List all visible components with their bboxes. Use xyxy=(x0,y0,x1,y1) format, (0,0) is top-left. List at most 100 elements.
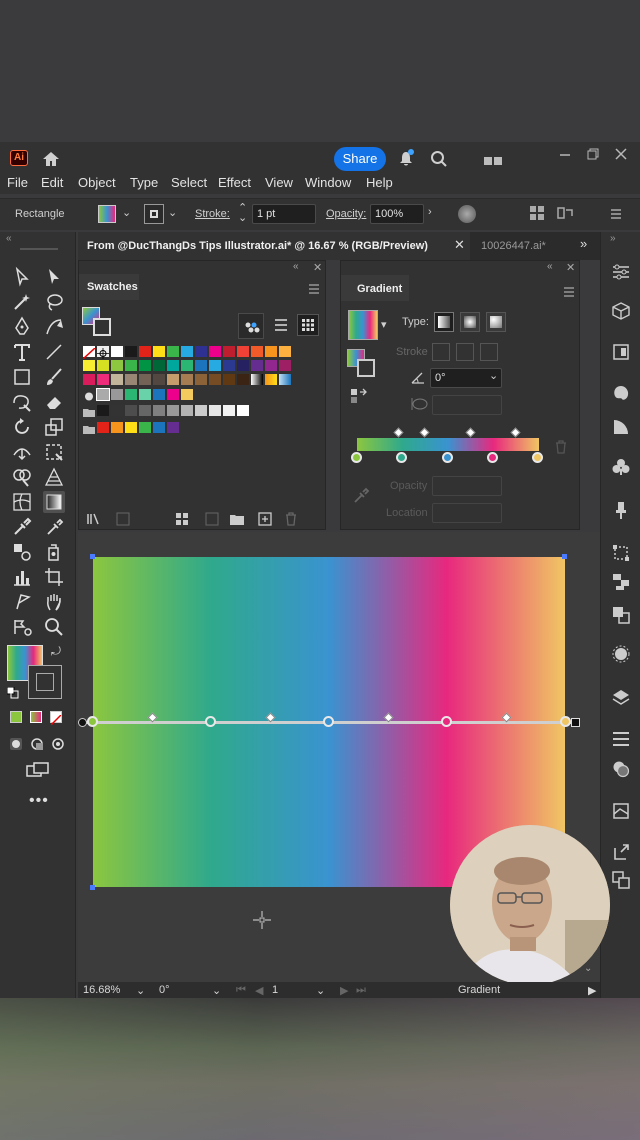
gradient-stop[interactable] xyxy=(532,452,543,463)
brushes-icon[interactable] xyxy=(612,500,630,525)
swatch[interactable] xyxy=(237,405,249,416)
swatch-group-icon[interactable] xyxy=(83,389,95,401)
next-artboard-icon[interactable]: ▶ xyxy=(340,984,348,997)
swatch[interactable] xyxy=(125,374,137,385)
status-arrow-icon[interactable]: ▶ xyxy=(588,984,596,997)
swatch[interactable] xyxy=(139,422,151,433)
swatch[interactable] xyxy=(83,360,95,371)
gradient-stop[interactable] xyxy=(442,452,453,463)
gradient-close-icon[interactable]: ✕ xyxy=(566,261,575,274)
swatch[interactable] xyxy=(83,374,95,385)
layers-icon[interactable] xyxy=(612,688,630,711)
opacity-field[interactable]: 100% xyxy=(370,204,424,224)
opacity-chevron-icon[interactable]: › xyxy=(428,206,432,218)
close-tab-icon[interactable]: ✕ xyxy=(454,237,465,253)
slice-tool-icon[interactable] xyxy=(11,591,33,613)
swatch[interactable] xyxy=(111,422,123,433)
menu-file[interactable]: File xyxy=(7,175,28,190)
artboards-panel-icon[interactable] xyxy=(612,871,630,894)
swatch[interactable] xyxy=(237,360,249,371)
swatch[interactable] xyxy=(279,360,291,371)
gradient-origin-point[interactable] xyxy=(78,718,87,727)
gradient-stop[interactable] xyxy=(396,452,407,463)
reverse-gradient-icon[interactable] xyxy=(350,388,368,409)
expand-panels-icon[interactable]: » xyxy=(610,233,616,244)
canvas-gradient-stop[interactable] xyxy=(560,716,571,727)
show-swatch-kinds-icon[interactable] xyxy=(238,313,264,339)
shape-builder-tool-icon[interactable] xyxy=(11,466,33,488)
stroke-label[interactable]: Stroke: xyxy=(195,208,230,220)
lasso-tool-icon[interactable] xyxy=(43,291,65,313)
share-button[interactable]: Share xyxy=(334,147,386,171)
color-mode-icon[interactable] xyxy=(10,711,22,723)
swatch[interactable] xyxy=(97,374,109,385)
swatch[interactable] xyxy=(125,405,137,416)
canvas-gradient-stop[interactable] xyxy=(441,716,452,727)
curvature-tool-icon[interactable] xyxy=(43,316,65,338)
swatch[interactable] xyxy=(279,346,291,357)
swatch[interactable] xyxy=(237,374,249,385)
artboard-tool-icon[interactable] xyxy=(43,566,65,588)
opacity-label[interactable]: Opacity: xyxy=(326,208,366,220)
appearance-icon[interactable] xyxy=(612,645,630,668)
swatch[interactable] xyxy=(167,389,179,400)
column-graph-tool-icon[interactable] xyxy=(11,566,33,588)
rotate-tool-icon[interactable] xyxy=(11,416,33,438)
asset-export-icon[interactable] xyxy=(612,843,630,866)
swatches-menu-icon[interactable] xyxy=(308,281,320,299)
default-fill-stroke-icon[interactable] xyxy=(6,686,19,699)
type-tool-icon[interactable] xyxy=(11,341,33,363)
last-artboard-icon[interactable]: ⏭ xyxy=(356,984,366,997)
swatch[interactable] xyxy=(153,405,165,416)
menu-window[interactable]: Window xyxy=(305,175,351,190)
gradient-stop[interactable] xyxy=(351,452,362,463)
swatches-close-icon[interactable]: ✕ xyxy=(313,261,322,274)
gradient-stop[interactable] xyxy=(487,452,498,463)
swatch[interactable] xyxy=(181,389,193,400)
collapse-tools-icon[interactable]: « xyxy=(6,233,12,244)
selection-handle[interactable] xyxy=(90,554,95,559)
swatch[interactable] xyxy=(97,422,109,433)
swatch-gradient[interactable] xyxy=(279,374,291,385)
swatch[interactable] xyxy=(97,405,109,416)
swatch[interactable] xyxy=(139,374,151,385)
swatch[interactable] xyxy=(139,389,151,400)
swatch-folder-icon[interactable] xyxy=(83,422,95,434)
thumbnail-view-icon[interactable] xyxy=(297,314,319,336)
paintbrush-tool-icon[interactable] xyxy=(43,366,65,388)
gradient-panel-icon[interactable] xyxy=(612,418,630,441)
draw-normal-icon[interactable] xyxy=(9,737,23,756)
stroke-swatch[interactable] xyxy=(144,204,164,224)
swatch-pattern[interactable] xyxy=(96,388,110,401)
menu-select[interactable]: Select xyxy=(171,175,207,190)
transform-panel-icon[interactable] xyxy=(612,544,630,567)
gradient-mode-icon[interactable] xyxy=(30,711,42,723)
home-icon[interactable] xyxy=(42,151,60,167)
screen-mode-icon[interactable] xyxy=(26,762,50,783)
swatch-libraries-menu-icon[interactable] xyxy=(87,512,103,531)
mesh-tool-icon[interactable] xyxy=(11,491,33,513)
swatch[interactable] xyxy=(111,405,123,416)
swatch[interactable] xyxy=(195,346,207,357)
swatch[interactable] xyxy=(251,346,263,357)
symbols-icon[interactable] xyxy=(612,458,630,481)
color-guide-icon[interactable] xyxy=(612,384,630,407)
swatch[interactable] xyxy=(223,374,235,385)
selection-tool-icon[interactable] xyxy=(11,266,33,288)
gradient-collapse-icon[interactable]: « xyxy=(547,261,553,272)
swatch[interactable] xyxy=(111,360,123,371)
swatch[interactable] xyxy=(251,360,263,371)
magic-wand-tool-icon[interactable] xyxy=(11,291,33,313)
show-swatch-kinds-menu-icon[interactable] xyxy=(175,512,191,531)
menu-effect[interactable]: Effect xyxy=(218,175,251,190)
shaper-tool-icon[interactable] xyxy=(11,391,33,413)
none-mode-icon[interactable] xyxy=(50,711,62,726)
rectangle-tool-icon[interactable] xyxy=(11,366,33,388)
swatch-pattern[interactable] xyxy=(111,389,123,400)
menu-edit[interactable]: Edit xyxy=(41,175,63,190)
puppet-warp-tool-icon[interactable] xyxy=(11,616,33,638)
swatch[interactable] xyxy=(181,346,193,357)
search-icon[interactable] xyxy=(430,150,448,168)
minimize-icon[interactable] xyxy=(556,146,574,162)
new-swatch-icon[interactable] xyxy=(258,512,272,531)
